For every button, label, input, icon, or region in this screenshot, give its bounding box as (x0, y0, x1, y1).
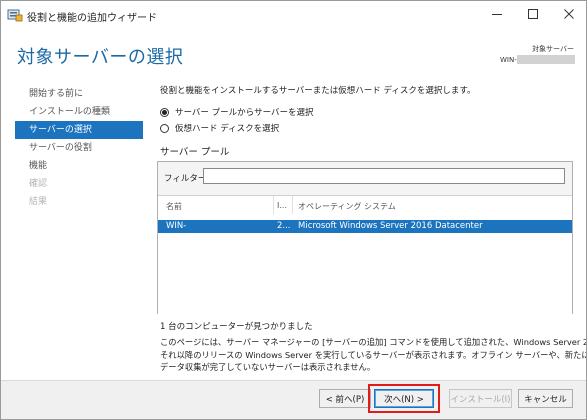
column-header-ip[interactable]: I... (277, 201, 287, 210)
destination-server-label: 対象サーバー (532, 45, 574, 53)
close-icon (564, 9, 574, 19)
cancel-button[interactable]: キャンセル (518, 389, 573, 408)
close-button[interactable] (551, 1, 586, 27)
radio-server-pool-label: サーバー プールからサーバーを選択 (175, 108, 314, 118)
table-row[interactable]: WIN- 2... Microsoft Windows Server 2016 … (158, 220, 572, 233)
radio-vhd[interactable]: 仮想ハード ディスクを選択 (160, 122, 279, 134)
table-header: 名前 I... オペレーティング システム (158, 196, 572, 214)
server-pool-panel: フィルター: 名前 I... オペレーティング システム WIN- 2... M… (157, 161, 573, 314)
redacted-server-name (517, 55, 575, 64)
page-title: 対象サーバーの選択 (17, 47, 184, 68)
minimize-button[interactable] (479, 1, 515, 27)
cell-operating-system: Microsoft Windows Server 2016 Datacenter (298, 221, 483, 231)
page-description: 役割と機能をインストールするサーバーまたは仮想ハード ディスクを選択します。 (160, 86, 476, 96)
install-button: インストール(I) (449, 389, 512, 408)
next-button[interactable]: 次へ(N) > (374, 389, 434, 408)
radio-unselected-icon[interactable] (160, 123, 169, 133)
nav-item-features[interactable]: 機能 (15, 157, 143, 175)
column-header-os[interactable]: オペレーティング システム (298, 201, 396, 212)
nav-item-before-you-begin[interactable]: 開始する前に (15, 85, 143, 103)
nav-item-confirmation: 確認 (29, 179, 48, 189)
previous-button[interactable]: < 前へ(P) (319, 389, 371, 408)
nav-item-installation-type[interactable]: インストールの種類 (15, 103, 143, 121)
server-manager-icon (7, 9, 23, 22)
radio-vhd-label: 仮想ハード ディスクを選択 (175, 124, 280, 134)
destination-server-name: WIN- (500, 56, 517, 64)
title-bar[interactable]: 役割と機能の追加ウィザード (1, 1, 586, 31)
server-pool-heading: サーバー プール (160, 147, 230, 158)
column-header-name[interactable]: 名前 (166, 201, 182, 212)
info-line: このページには、サーバー マネージャーの [サーバーの追加] コマンドを使用して… (160, 337, 587, 347)
wizard-footer: < 前へ(P) 次へ(N) > インストール(I) キャンセル (1, 381, 586, 419)
minimize-icon (492, 14, 502, 15)
column-divider[interactable] (273, 196, 274, 214)
server-table: 名前 I... オペレーティング システム WIN- 2... Microsof… (158, 195, 572, 314)
info-paragraph: このページには、サーバー マネージャーの [サーバーの追加] コマンドを使用して… (160, 336, 587, 374)
nav-item-results: 結果 (29, 197, 48, 207)
radio-selected-icon[interactable] (160, 107, 169, 117)
computer-count: 1 台のコンピューターが見つかりました (160, 322, 313, 332)
window-title: 役割と機能の追加ウィザード (27, 13, 157, 24)
cell-ip-address: 2... (277, 221, 291, 231)
maximize-button[interactable] (515, 1, 551, 27)
info-line: それ以降のリリースの Windows Server を実行しているサーバーが表示… (160, 349, 587, 360)
nav-item-server-roles[interactable]: サーバーの役割 (15, 139, 143, 157)
column-divider[interactable] (292, 196, 293, 214)
nav-item-server-selection[interactable]: サーバーの選択 (15, 121, 143, 139)
radio-server-pool[interactable]: サーバー プールからサーバーを選択 (160, 106, 314, 118)
wizard-step-nav: 開始する前に インストールの種類 サーバーの選択 サーバーの役割 機能 確認 結… (15, 85, 143, 211)
cell-server-name: WIN- (166, 221, 187, 231)
wizard-window: 役割と機能の追加ウィザード 対象サーバーの選択 対象サーバー WIN- 開始する… (0, 0, 587, 420)
filter-input[interactable] (203, 168, 565, 184)
info-line: データ収集が完了していないサーバーは表示されません。 (160, 362, 376, 372)
maximize-icon (528, 9, 538, 19)
